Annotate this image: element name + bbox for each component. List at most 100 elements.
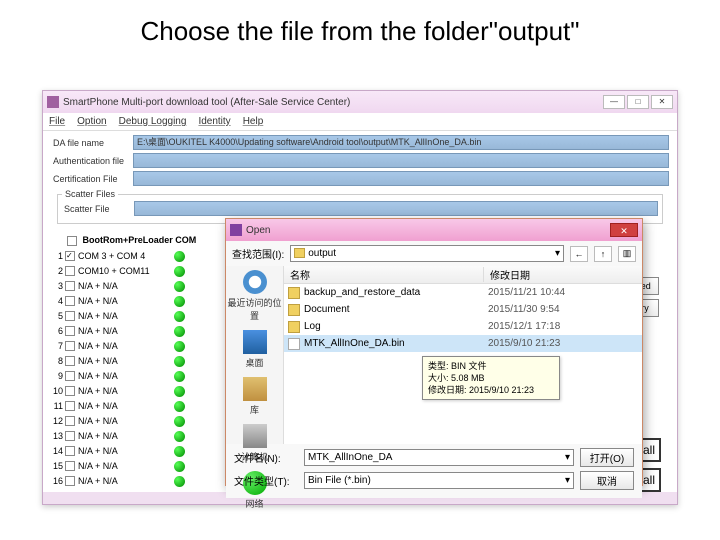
- status-dot-icon: [174, 356, 185, 367]
- folder-icon: [294, 248, 305, 258]
- open-button[interactable]: 打开(O): [580, 448, 634, 467]
- com-checkbox[interactable]: [65, 371, 75, 381]
- menu-file[interactable]: File: [49, 116, 65, 127]
- list-item[interactable]: Log2015/12/1 17:18: [284, 318, 642, 335]
- list-item[interactable]: MTK_AllInOne_DA.bin2015/9/10 21:23: [284, 335, 642, 352]
- menu-option[interactable]: Option: [77, 116, 106, 127]
- com-number: 5: [51, 311, 65, 321]
- com-label: N/A + N/A: [78, 461, 174, 471]
- com-checkbox[interactable]: [65, 386, 75, 396]
- open-dialog-icon: [230, 224, 242, 236]
- com-checkbox[interactable]: [65, 251, 75, 261]
- open-close-button[interactable]: ✕: [610, 223, 638, 237]
- menu-debug[interactable]: Debug Logging: [119, 116, 187, 127]
- com-header-checkbox[interactable]: [67, 236, 77, 246]
- place-lib[interactable]: 库: [226, 377, 283, 416]
- com-label: N/A + N/A: [78, 446, 174, 456]
- status-dot-icon: [174, 326, 185, 337]
- com-label: N/A + N/A: [78, 401, 174, 411]
- auth-input[interactable]: [133, 153, 669, 168]
- col-date[interactable]: 修改日期: [484, 267, 642, 282]
- com-label: N/A + N/A: [78, 416, 174, 426]
- com-label: N/A + N/A: [78, 431, 174, 441]
- com-label: N/A + N/A: [78, 326, 174, 336]
- nav-up-button[interactable]: ↑: [594, 246, 612, 262]
- list-item[interactable]: Document2015/11/30 9:54: [284, 301, 642, 318]
- places-bar: 最近访问的位置 桌面 库 计算机 网络: [226, 266, 284, 444]
- com-checkbox[interactable]: [65, 341, 75, 351]
- desktop-icon: [243, 330, 267, 354]
- status-dot-icon: [174, 476, 185, 487]
- file-name: backup_and_restore_data: [304, 287, 488, 298]
- slide-title: Choose the file from the folder"output": [0, 0, 720, 47]
- com-checkbox[interactable]: [65, 281, 75, 291]
- maximize-button[interactable]: □: [627, 95, 649, 109]
- com-label: N/A + N/A: [78, 341, 174, 351]
- menu-identity[interactable]: Identity: [198, 116, 230, 127]
- scatter-input[interactable]: [134, 201, 658, 216]
- menu-help[interactable]: Help: [243, 116, 264, 127]
- minimize-button[interactable]: —: [603, 95, 625, 109]
- com-checkbox[interactable]: [65, 326, 75, 336]
- nav-back-button[interactable]: ←: [570, 246, 588, 262]
- com-checkbox[interactable]: [65, 266, 75, 276]
- com-checkbox[interactable]: [65, 356, 75, 366]
- col-name[interactable]: 名称: [284, 267, 484, 282]
- library-icon: [243, 377, 267, 401]
- com-checkbox[interactable]: [65, 296, 75, 306]
- com-number: 15: [51, 461, 65, 471]
- cert-input[interactable]: [133, 171, 669, 186]
- chevron-down-icon: ▾: [565, 475, 570, 486]
- place-recent[interactable]: 最近访问的位置: [226, 270, 283, 322]
- scatter-legend: Scatter Files: [62, 189, 118, 199]
- com-number: 2: [51, 266, 65, 276]
- com-checkbox[interactable]: [65, 416, 75, 426]
- folder-icon: [288, 321, 300, 333]
- com-checkbox[interactable]: [65, 461, 75, 471]
- da-input[interactable]: E:\桌面\OUKITEL K4000\Updating software\An…: [133, 135, 669, 150]
- place-desktop[interactable]: 桌面: [226, 330, 283, 369]
- com-number: 14: [51, 446, 65, 456]
- file-name: Log: [304, 321, 488, 332]
- com-label: COM10 + COM11: [78, 266, 174, 276]
- app-icon: [47, 96, 59, 108]
- com-header-label: BootRom+PreLoader COM: [83, 235, 197, 245]
- file-name: Document: [304, 304, 488, 315]
- file-date: 2015/9/10 21:23: [488, 338, 638, 349]
- com-checkbox[interactable]: [65, 401, 75, 411]
- status-dot-icon: [174, 296, 185, 307]
- filetype-select[interactable]: Bin File (*.bin)▾: [304, 472, 574, 489]
- com-checkbox[interactable]: [65, 476, 75, 486]
- com-checkbox[interactable]: [65, 431, 75, 441]
- status-dot-icon: [174, 371, 185, 382]
- com-number: 6: [51, 326, 65, 336]
- file-name: MTK_AllInOne_DA.bin: [304, 338, 488, 349]
- cancel-button[interactable]: 取消: [580, 471, 634, 490]
- chevron-down-icon: ▾: [555, 248, 560, 259]
- nav-view-button[interactable]: ▥: [618, 246, 636, 262]
- main-title: SmartPhone Multi-port download tool (Aft…: [63, 97, 603, 108]
- com-number: 1: [51, 251, 65, 261]
- list-item[interactable]: backup_and_restore_data2015/11/21 10:44: [284, 284, 642, 301]
- close-button[interactable]: ✕: [651, 95, 673, 109]
- filename-input[interactable]: MTK_AllInOne_DA▾: [304, 449, 574, 466]
- open-title: Open: [246, 225, 610, 236]
- status-dot-icon: [174, 431, 185, 442]
- auth-label: Authentication file: [51, 156, 133, 166]
- com-checkbox[interactable]: [65, 311, 75, 321]
- lookin-label: 查找范围(I):: [232, 246, 284, 261]
- com-number: 12: [51, 416, 65, 426]
- open-titlebar: Open ✕: [226, 219, 642, 241]
- com-number: 8: [51, 356, 65, 366]
- com-number: 9: [51, 371, 65, 381]
- filename-label: 文件名(N):: [234, 450, 298, 465]
- status-dot-icon: [174, 386, 185, 397]
- com-number: 16: [51, 476, 65, 486]
- com-number: 10: [51, 386, 65, 396]
- com-checkbox[interactable]: [65, 446, 75, 456]
- status-dot-icon: [174, 401, 185, 412]
- lookin-select[interactable]: output ▾: [290, 245, 564, 262]
- status-dot-icon: [174, 461, 185, 472]
- status-dot-icon: [174, 341, 185, 352]
- file-list: 名称 修改日期 backup_and_restore_data2015/11/2…: [284, 266, 642, 444]
